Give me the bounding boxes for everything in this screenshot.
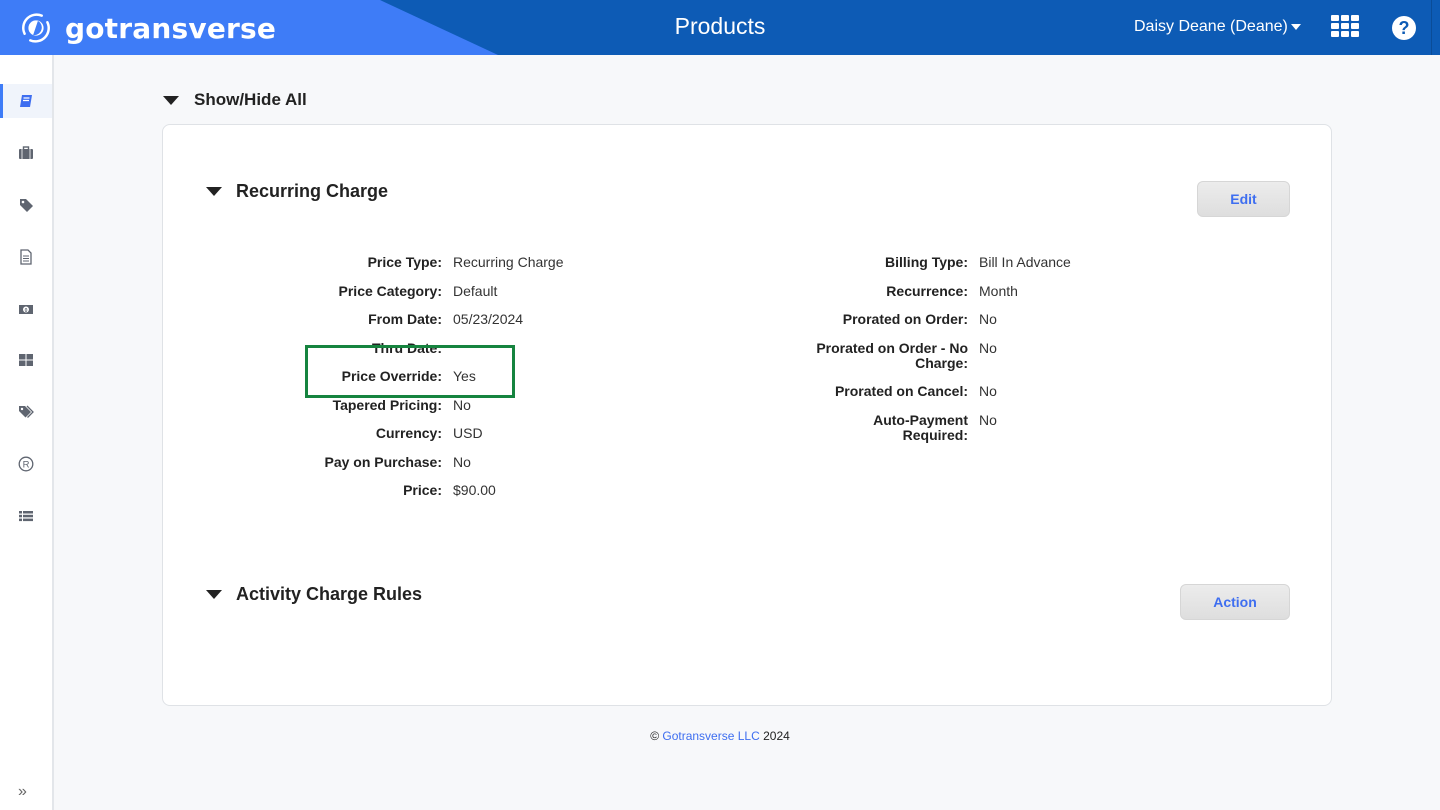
field-label: Prorated on Order - No Charge: [816,340,968,371]
book-icon [20,95,32,107]
action-button[interactable]: Action [1180,584,1290,620]
help-icon[interactable]: ? [1392,16,1416,40]
sidebar-item-briefcase[interactable] [0,136,52,170]
field-value: Month [979,283,1018,299]
svg-text:0: 0 [25,308,28,314]
sidebar-item-dashboard[interactable] [0,343,52,377]
sidebar-item-products[interactable] [0,84,52,118]
copyright-symbol: © [650,729,660,743]
copyright-year: 2024 [763,729,790,743]
field-label: Price Type: [367,254,442,270]
recurring-charge-title: Recurring Charge [236,181,389,201]
collapse-triangle-icon [206,187,222,196]
price-override-highlight-box [305,345,515,398]
field-value: No [979,340,997,356]
field-price-category: Price Category: Default [162,283,498,299]
grid-icon [19,354,33,366]
user-menu[interactable]: Daisy Deane (Deane) [1134,18,1301,36]
field-price: Price: $90.00 [162,483,496,498]
field-value: USD [453,425,483,441]
collapse-triangle-icon [163,95,179,105]
sidebar-item-registered[interactable]: R [0,447,52,481]
field-value: No [453,397,471,413]
sidebar-item-money[interactable]: 0 [0,292,52,326]
apps-grid-icon[interactable] [1331,15,1359,39]
show-hide-all-label: Show/Hide All [194,90,307,109]
field-label: Tapered Pricing: [332,397,442,413]
field-value: No [979,383,997,399]
caret-down-icon [1290,24,1301,30]
sidebar-item-tag[interactable] [0,188,52,222]
recurring-charge-toggle[interactable]: Recurring Charge [206,181,388,202]
field-label: Price: [403,482,442,498]
field-prorated-on-cancel: Prorated on Cancel: No [808,384,997,399]
field-tapered-pricing: Tapered Pricing: No [162,398,471,413]
field-label: Recurrence: [886,283,968,299]
expand-sidebar-icon[interactable]: » [18,783,27,801]
field-label: Prorated on Cancel: [834,383,968,399]
field-value: Recurring Charge [453,254,564,270]
field-value: Default [453,283,498,299]
field-value: No [453,454,471,470]
svg-text:R: R [23,460,30,471]
field-value: No [979,311,997,327]
top-header: gotransverse Products Daisy Deane (Deane… [0,0,1440,55]
field-value: Bill In Advance [979,254,1071,270]
product-pricing-card [162,124,1332,706]
field-billing-type: Billing Type: Bill In Advance [808,255,1071,270]
field-label: Billing Type: [885,254,968,270]
sidebar-item-document[interactable] [0,240,52,274]
registered-icon: R [18,456,34,472]
edit-button[interactable]: Edit [1197,181,1290,217]
collapse-triangle-icon [206,590,222,599]
field-auto-payment-required: Auto-Payment Required: No [808,413,997,443]
sidebar-item-list[interactable] [0,499,52,533]
field-value: No [979,412,997,428]
list-icon [19,511,33,522]
field-label: Price Category: [338,283,442,299]
header-divider [1431,0,1432,55]
show-hide-all-toggle[interactable]: Show/Hide All [163,90,307,110]
field-label: Auto-Payment Required: [873,412,968,443]
field-value: 05/23/2024 [453,311,524,327]
company-link[interactable]: Gotransverse LLC [662,729,759,743]
field-label: From Date: [368,311,442,327]
tags-icon [19,405,34,418]
field-prorated-on-order: Prorated on Order: No [808,312,997,327]
field-prorated-on-order-no-charge: Prorated on Order - No Charge: No [808,341,997,371]
sidebar-nav: 0 R » [0,55,54,810]
activity-charge-rules-title: Activity Charge Rules [236,584,423,604]
tag-icon [20,199,33,212]
field-currency: Currency: USD [162,426,483,441]
field-recurrence: Recurrence: Month [808,284,1018,299]
footer: © Gotransverse LLC 2024 [0,729,1440,743]
field-value: $90.00 [453,482,496,498]
document-icon [20,249,32,265]
activity-charge-rules-toggle[interactable]: Activity Charge Rules [206,584,422,605]
user-name: Daisy Deane (Deane) [1134,18,1288,35]
money-icon: 0 [19,305,33,314]
field-pay-on-purchase: Pay on Purchase: No [162,455,471,470]
sidebar-item-tags[interactable] [0,395,52,429]
field-label: Pay on Purchase: [324,454,443,470]
field-label: Prorated on Order: [842,311,968,327]
field-price-type: Price Type: Recurring Charge [162,255,564,270]
briefcase-icon [19,146,33,159]
field-from-date: From Date: 05/23/2024 [162,312,523,327]
field-label: Currency: [375,425,442,441]
